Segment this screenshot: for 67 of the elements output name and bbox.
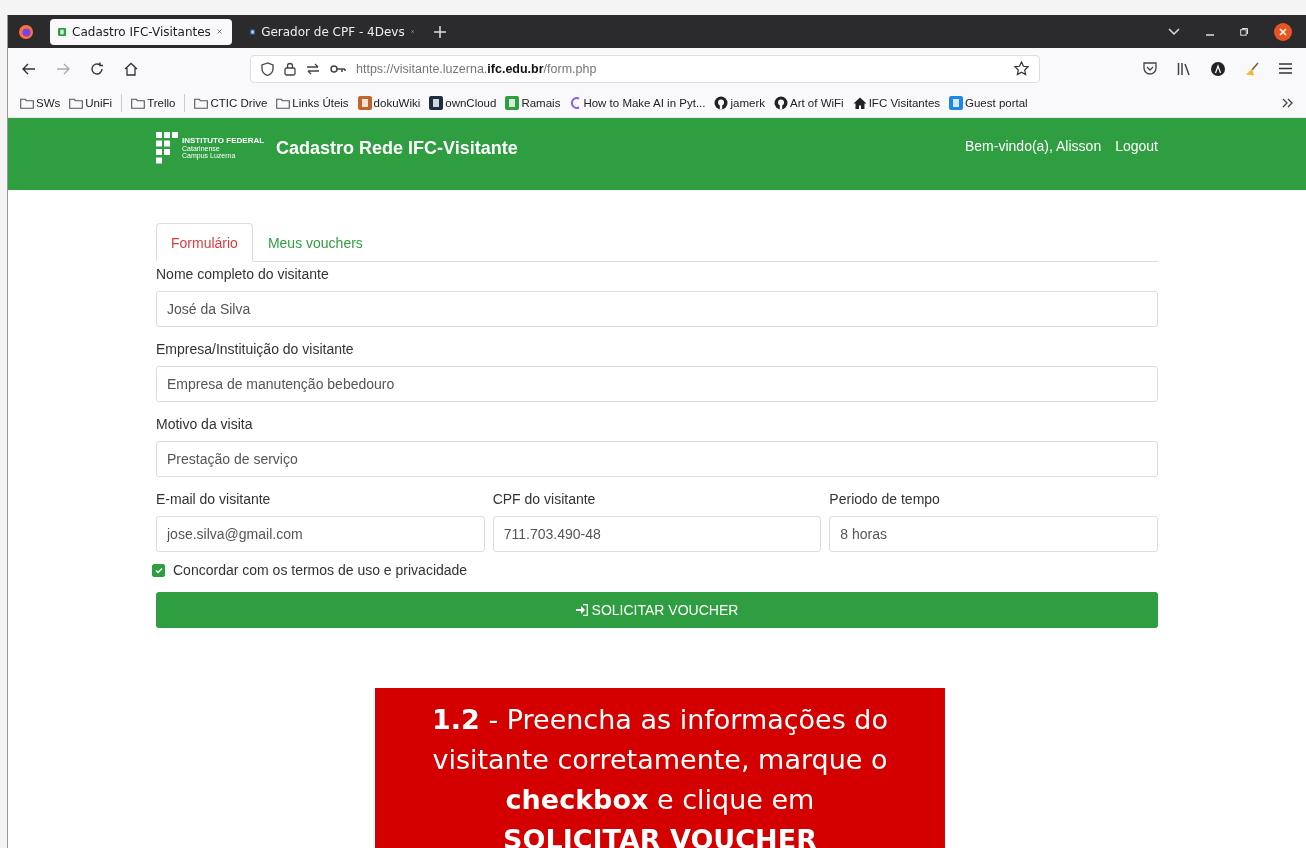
library-icon[interactable] <box>1177 62 1191 75</box>
account-icon[interactable] <box>1211 61 1225 76</box>
new-tab-icon[interactable] <box>434 25 446 38</box>
logo-name: INSTITUTO FEDERAL <box>182 137 265 145</box>
favicon-icon <box>505 96 520 110</box>
bookmark[interactable]: Links Úteis <box>276 97 349 109</box>
bookmark[interactable]: CTIC Drive <box>194 97 268 109</box>
field-label: Motivo da visita <box>156 416 254 432</box>
pocket-icon[interactable] <box>1143 62 1157 75</box>
bookmark[interactable]: Guest portal <box>949 96 1028 110</box>
back-icon[interactable] <box>22 62 36 75</box>
input-field[interactable]: 711.703.490-48 <box>492 516 822 552</box>
field-label: Nome completo do visitante <box>156 266 330 282</box>
broom-icon[interactable] <box>1245 61 1259 76</box>
bookmark[interactable]: IFC Visitantes <box>852 96 941 110</box>
browser-logo-icon[interactable] <box>18 23 34 40</box>
browser-tab[interactable]: Cadastro IFC-Visitantes <box>50 18 232 45</box>
favicon-icon <box>357 96 372 110</box>
favicon-icon <box>949 96 964 110</box>
input-field[interactable]: Prestação de serviço <box>156 441 1158 477</box>
checkmark-icon <box>154 566 163 574</box>
input-field[interactable]: jose.silva@gmail.com <box>156 516 485 552</box>
bookmark[interactable]: Ramais <box>505 96 561 110</box>
chevron-down-icon[interactable] <box>1168 27 1180 36</box>
folder-icon <box>276 97 291 109</box>
bookmark[interactable]: How to Make AI in Pyt... <box>569 96 706 110</box>
lock-icon <box>284 61 296 76</box>
menu-icon[interactable] <box>1279 63 1292 74</box>
bookmark[interactable]: Art of WiFi <box>774 96 844 110</box>
favicon-icon <box>429 96 444 110</box>
chevron-right-icon[interactable] <box>1282 98 1294 108</box>
reload-icon[interactable] <box>90 61 104 76</box>
home-icon <box>852 96 867 110</box>
key-icon <box>330 63 346 74</box>
folder-icon <box>194 97 209 109</box>
folder-icon <box>20 97 34 109</box>
bookmark[interactable]: dokuWiki <box>357 96 421 110</box>
folder-icon <box>131 97 146 109</box>
bookmark[interactable]: UniFi <box>69 97 113 109</box>
home-icon[interactable] <box>124 61 138 76</box>
welcome-text: Bem-vindo(a), Alisson <box>965 138 1102 154</box>
folder-icon <box>69 97 84 109</box>
input-field[interactable]: Empresa de manutenção bebedouro <box>156 366 1158 402</box>
input-field[interactable]: José da Silva <box>156 291 1158 327</box>
field-label: Empresa/Instituição do visitante <box>156 341 355 357</box>
logo-icon <box>156 132 178 164</box>
restore-icon[interactable] <box>1240 27 1248 36</box>
bookmark[interactable]: SWs <box>20 97 61 109</box>
tab[interactable]: Formulário <box>156 223 253 262</box>
bookmark[interactable]: ownCloud <box>429 96 497 110</box>
bookmark[interactable]: Trello <box>131 97 176 109</box>
field-label: E-mail do visitante <box>156 491 272 507</box>
input-field[interactable]: 8 horas <box>829 516 1158 552</box>
login-icon <box>575 604 588 616</box>
address-bar[interactable]: https://visitante.luzerna.ifc.edu.br/form.php <box>250 54 1040 83</box>
crescent-icon <box>569 96 582 110</box>
field-label: CPF do visitante <box>492 491 597 507</box>
browser-tab[interactable]: Gerador de CPF - 4Devs <box>242 18 424 45</box>
star-icon[interactable] <box>1014 61 1029 76</box>
close-icon[interactable] <box>1274 22 1292 41</box>
shield-icon <box>261 61 274 76</box>
swap-icon <box>306 62 320 75</box>
tab[interactable]: Meus vouchers <box>252 223 378 262</box>
checkbox-label: Concordar com os termos de uso e privacidade <box>173 562 468 578</box>
bookmark[interactable]: jamerk <box>714 96 765 110</box>
checkbox[interactable] <box>152 563 165 577</box>
field-label: Periodo de tempo <box>829 491 941 507</box>
